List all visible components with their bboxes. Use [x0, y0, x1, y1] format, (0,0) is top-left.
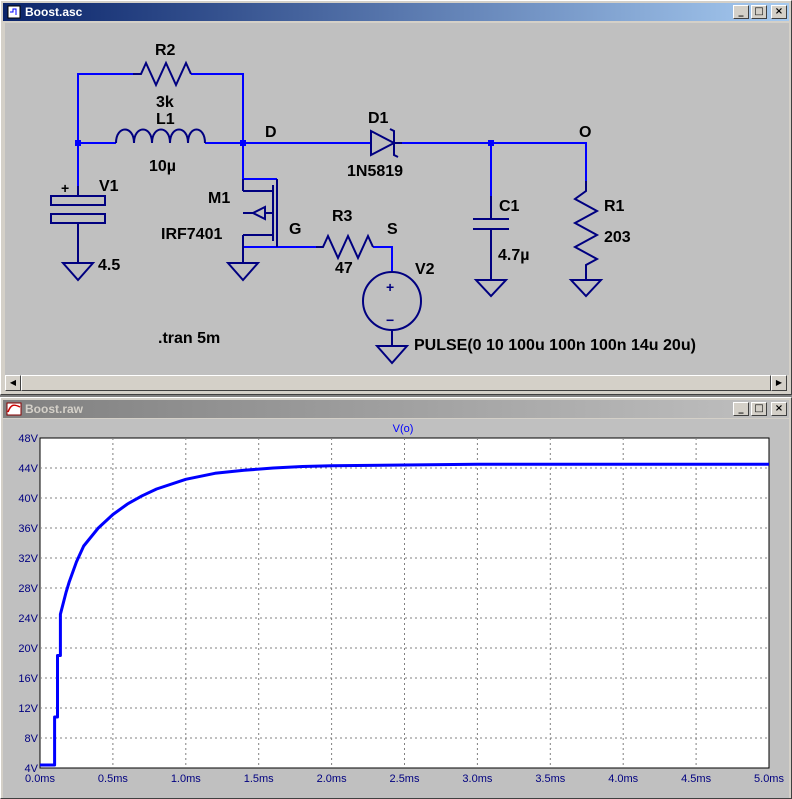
x-tick-label: 0.5ms — [98, 773, 128, 785]
d1-value: 1N5819 — [347, 163, 403, 180]
y-tick-label: 48V — [18, 433, 38, 445]
maximize-button[interactable]: □ — [751, 5, 767, 19]
schematic-doc-icon — [7, 5, 21, 19]
minimize-button[interactable]: _ — [733, 5, 749, 19]
tran-directive[interactable]: .tran 5m — [158, 330, 220, 347]
y-tick-label: 32V — [18, 553, 38, 565]
waveform-window[interactable]: Boost.raw _ □ × 4V 8V 12V 16V 20V 24V 28V 32V 36… — [0, 397, 792, 799]
r1-value: 203 — [604, 229, 631, 246]
schematic-canvas[interactable]: R2 3k L1 10µ D D1 1N5819 O V1 + 4.5 M1 I… — [5, 23, 789, 375]
pulse-spec: PULSE(0 10 100u 100n 100n 14u 20u) — [414, 337, 696, 354]
x-tick-label: 2.0ms — [317, 773, 347, 785]
close-button[interactable]: × — [771, 5, 787, 19]
x-tick-label: 4.5ms — [681, 773, 711, 785]
v2-label: V2 — [415, 261, 435, 278]
waveform-icon — [6, 402, 22, 416]
node-s-label: S — [387, 221, 398, 238]
v1-label: V1 — [99, 178, 119, 195]
r2-label: R2 — [155, 42, 176, 59]
l1-value: 10µ — [149, 158, 176, 175]
v2-minus: − — [386, 312, 394, 328]
x-tick-label: 3.5ms — [535, 773, 565, 785]
y-tick-label: 8V — [25, 733, 39, 745]
c1-label: C1 — [499, 198, 520, 215]
y-tick-label: 24V — [18, 613, 38, 625]
y-tick-label: 28V — [18, 583, 38, 595]
x-tick-label: 1.5ms — [244, 773, 274, 785]
schematic-hscrollbar[interactable]: ◀ ▶ — [5, 375, 787, 391]
y-tick-label: 20V — [18, 643, 38, 655]
scroll-right-button[interactable]: ▶ — [771, 375, 787, 391]
schematic-titlebar[interactable]: Boost.asc _ □ × — [3, 3, 789, 21]
v2-plus: + — [386, 279, 394, 295]
node-o-label: O — [579, 124, 591, 141]
waveform-title: Boost.raw — [25, 402, 84, 416]
l1-label: L1 — [156, 111, 175, 128]
y-tick-label: 40V — [18, 493, 38, 505]
r3-label: R3 — [332, 208, 353, 225]
x-tick-label: 5.0ms — [754, 773, 784, 785]
node-d-label: D — [265, 124, 277, 141]
scroll-thumb[interactable] — [21, 375, 771, 391]
y-tick-label: 44V — [18, 463, 38, 475]
y-tick-label: 36V — [18, 523, 38, 535]
node-g-label: G — [289, 221, 301, 238]
schematic-title: Boost.asc — [25, 5, 83, 19]
v1-value: 4.5 — [98, 257, 120, 274]
x-tick-label: 3.0ms — [462, 773, 492, 785]
x-tick-label: 1.0ms — [171, 773, 201, 785]
schematic-window[interactable]: Boost.asc _ □ × R2 3k L1 10µ D D1 1N5819… — [0, 0, 792, 395]
x-tick-label: 2.5ms — [390, 773, 420, 785]
x-tick-label: 0.0ms — [25, 773, 55, 785]
m1-label: M1 — [208, 190, 230, 207]
scroll-left-button[interactable]: ◀ — [5, 375, 21, 391]
close-button[interactable]: × — [771, 402, 787, 416]
r1-label: R1 — [604, 198, 625, 215]
y-tick-label: 12V — [18, 703, 38, 715]
y-tick-label: 16V — [18, 673, 38, 685]
d1-label: D1 — [368, 110, 389, 127]
v1-plus: + — [61, 180, 69, 196]
r3-value: 47 — [335, 260, 353, 277]
r2-value: 3k — [156, 94, 174, 111]
x-tick-label: 4.0ms — [608, 773, 638, 785]
c1-value: 4.7µ — [498, 247, 529, 264]
waveform-plot[interactable]: 4V8V12V16V20V24V28V32V36V40V44V48V 0.0ms… — [3, 419, 789, 798]
trace-label[interactable]: V(o) — [393, 423, 414, 435]
minimize-button[interactable]: _ — [733, 402, 749, 416]
m1-value: IRF7401 — [161, 226, 222, 243]
waveform-titlebar[interactable]: Boost.raw _ □ × — [3, 400, 789, 418]
maximize-button[interactable]: □ — [751, 402, 767, 416]
